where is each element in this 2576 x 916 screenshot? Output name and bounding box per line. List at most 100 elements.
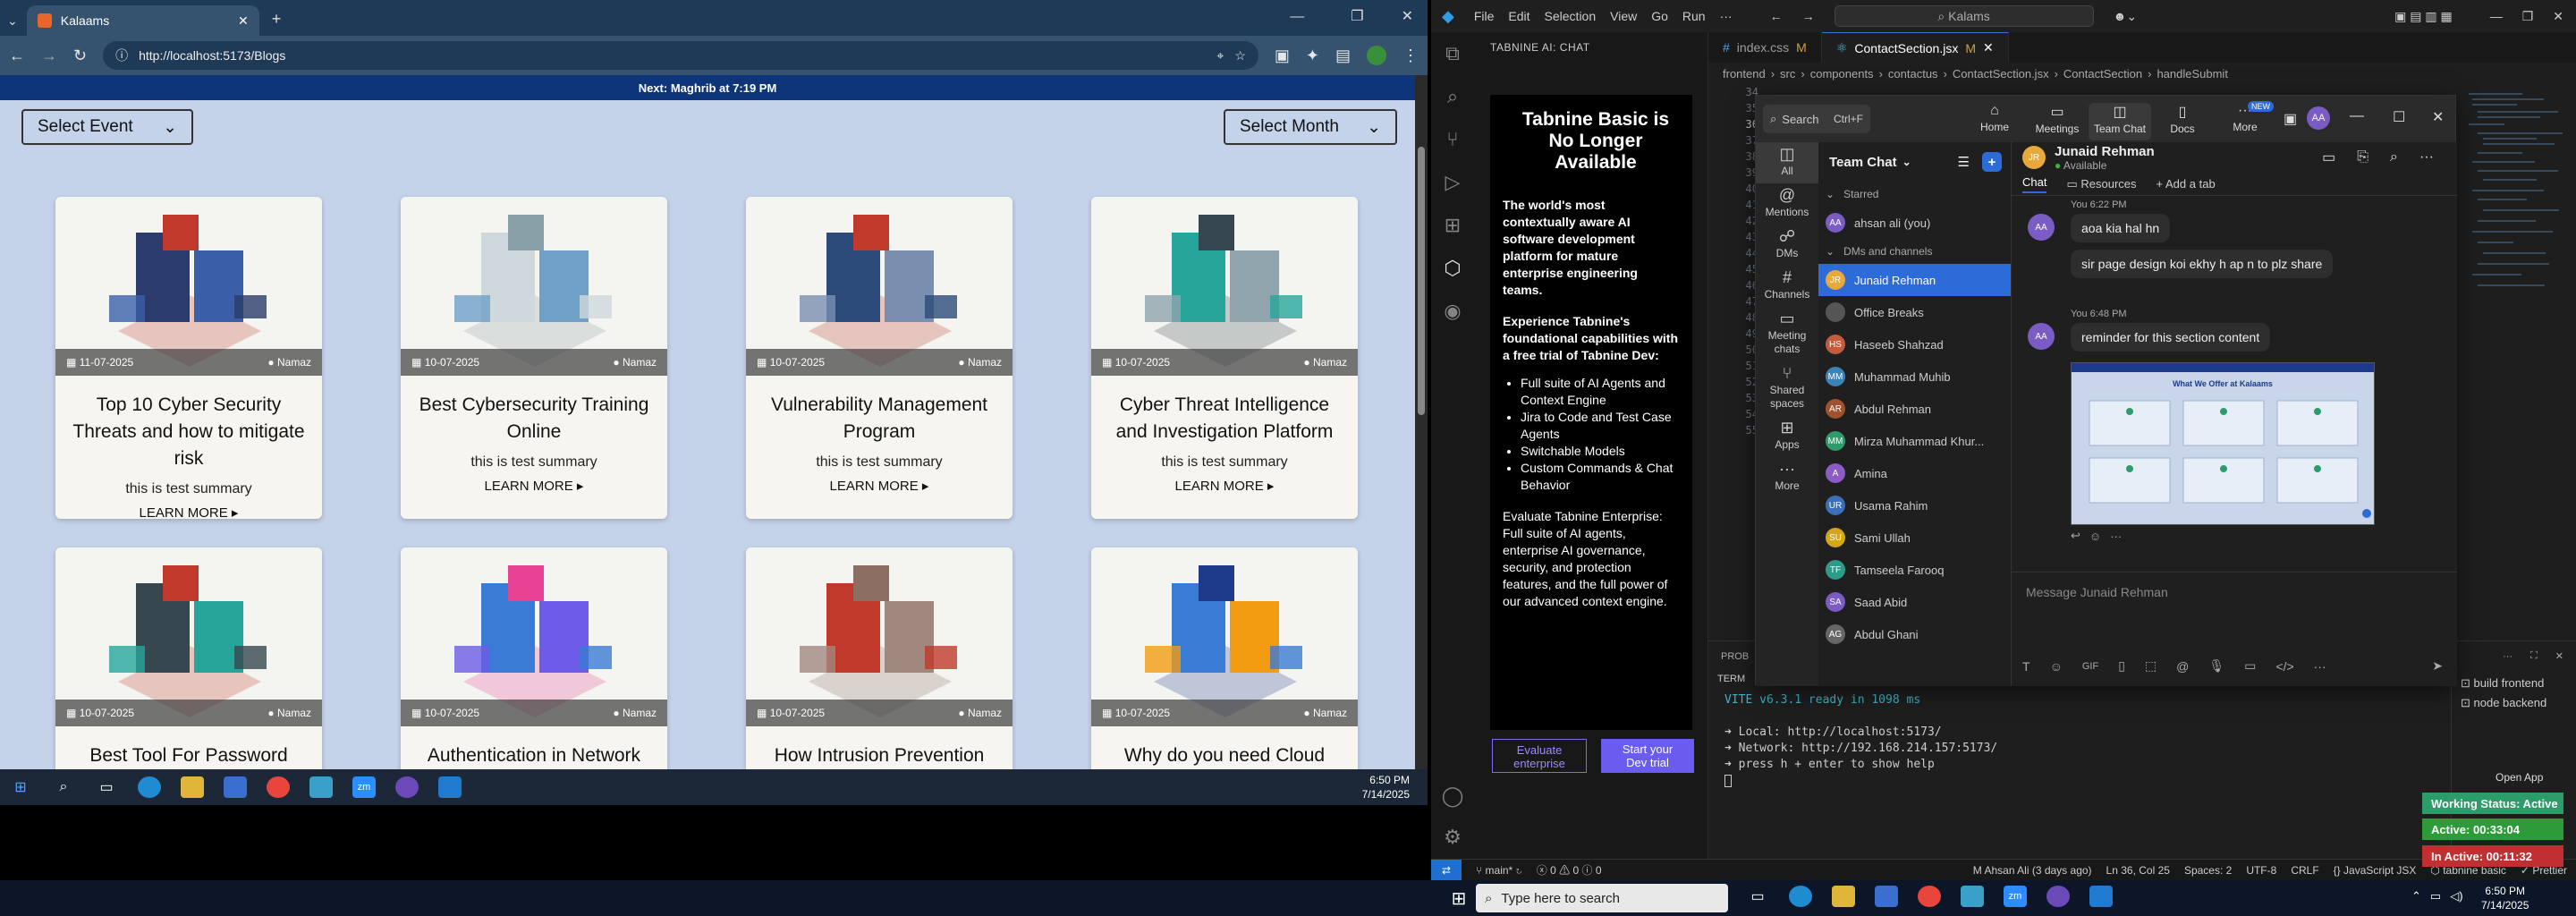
chat-list-item[interactable]: A Amina	[1818, 457, 2011, 489]
remote-icon[interactable]: ⇄	[1431, 859, 1462, 881]
select-month-dropdown[interactable]: Select Month ⌄	[1224, 109, 1397, 145]
screenshot-icon[interactable]: ⬚	[2145, 658, 2157, 674]
zoom-app-icon[interactable]: zm	[2004, 886, 2027, 907]
video-message-icon[interactable]: ▭	[2244, 658, 2256, 674]
mic-icon[interactable]: 🎙	[2208, 658, 2224, 674]
rail-item[interactable]: ⑂ Shared spaces	[1756, 361, 1818, 416]
app-icon[interactable]	[309, 776, 333, 798]
chat-list-item[interactable]: TF Tamseela Farooq	[1818, 554, 2011, 586]
windows-start-icon[interactable]: ⊞	[1447, 887, 1470, 909]
new-tab-plus-icon[interactable]: +	[272, 10, 282, 29]
zoom-app-icon[interactable]: zm	[352, 776, 376, 798]
vscode-icon[interactable]	[438, 776, 462, 798]
menu-item[interactable]: Edit	[1508, 9, 1530, 23]
restore-icon[interactable]: ❐	[2522, 9, 2534, 24]
blog-card[interactable]: ▦ 10-07-2025 ● Namaz Cyber Threat Intellig…	[1091, 197, 1358, 519]
more-menu-icon[interactable]: ⋮	[1402, 47, 1419, 65]
blog-card[interactable]: ▦ 10-07-2025 ● Namaz Best Tool For Passwor…	[55, 547, 322, 769]
send-icon[interactable]: ➤	[2432, 658, 2443, 674]
tabnine-icon[interactable]: ⬡	[1431, 247, 1474, 290]
location-icon[interactable]: ⌖	[1216, 48, 1224, 64]
terminal-output[interactable]: TERM VITE v6.3.1 ready in 1098 ms ➜ Local…	[1708, 671, 2451, 859]
maximize-window-icon[interactable]: ❐	[1351, 7, 1363, 25]
tray-chevron-icon[interactable]: ⌃	[2411, 889, 2421, 903]
minimap[interactable]	[2460, 84, 2576, 639]
blog-card[interactable]: ▦ 10-07-2025 ● Namaz How Intrusion Prevent…	[746, 547, 1013, 769]
tab-contactsection-jsx[interactable]: ⚛ ContactSection.jsx M ✕	[1821, 32, 2009, 63]
tab-resources[interactable]: ▭ Resources	[2066, 177, 2136, 191]
screen-share-icon[interactable]: ⎘	[2357, 149, 2368, 165]
chat-list-item[interactable]: SA Saad Abid	[1818, 586, 2011, 618]
minimize-icon[interactable]: —	[2490, 9, 2503, 23]
learn-more-link[interactable]: LEARN MORE ▸	[401, 478, 667, 494]
taskbar-search[interactable]: ⌕ Type here to search	[1476, 884, 1728, 912]
git-blame[interactable]: M Ahsan Ali (3 days ago)	[1973, 864, 2092, 877]
windows-start-icon[interactable]: ⊞	[9, 776, 32, 798]
filter-icon[interactable]: ☰	[1958, 154, 1970, 170]
breadcrumb-item[interactable]: components	[1810, 67, 1874, 81]
blog-card-image[interactable]: ▦ 10-07-2025 ● Namaz	[1091, 197, 1358, 376]
gitlens-icon[interactable]: ◉	[1431, 290, 1474, 333]
emoji-react-icon[interactable]: ☺	[2089, 530, 2101, 543]
site-info-icon[interactable]: ⓘ	[115, 47, 128, 64]
blog-card[interactable]: ▦ 10-07-2025 ● Namaz Authentication in Net…	[401, 547, 667, 769]
search-icon[interactable]: ⌕	[1431, 75, 1474, 118]
menu-item[interactable]: ···	[1720, 9, 1733, 23]
minimize-window-icon[interactable]: —	[1290, 9, 1304, 25]
network-icon[interactable]: ▭	[2430, 889, 2441, 903]
cursor-position[interactable]: Ln 36, Col 25	[2106, 864, 2170, 877]
blog-card-image[interactable]: ▦ 11-07-2025 ● Namaz	[55, 197, 322, 376]
chat-list-item[interactable]: SU Sami Ullah	[1818, 522, 2011, 554]
store-icon[interactable]	[1875, 886, 1898, 907]
breadcrumb-item[interactable]: handleSubmit	[2157, 67, 2228, 81]
tab-index-css[interactable]: # index.css M	[1708, 32, 1822, 63]
scrollbar-thumb[interactable]	[1418, 147, 1425, 415]
account-icon[interactable]: ◯	[1431, 775, 1474, 818]
blog-card-image[interactable]: ▦ 10-07-2025 ● Namaz	[1091, 547, 1358, 726]
menu-item[interactable]: Selection	[1545, 9, 1597, 23]
edge-icon[interactable]	[1789, 886, 1812, 907]
store-icon[interactable]	[224, 776, 247, 798]
problems-count[interactable]: ⓧ 0 ⚠ 0 ⓘ 0	[1537, 862, 1602, 878]
run-debug-icon[interactable]: ▷	[1431, 161, 1474, 204]
emoji-icon[interactable]: ☺	[2050, 659, 2063, 674]
nav-docs[interactable]: ▯ Docs	[2151, 103, 2214, 140]
card-title[interactable]: Best Cybersecurity Training Online	[401, 376, 667, 445]
code-icon[interactable]: </>	[2275, 659, 2293, 674]
whiteboard-icon[interactable]: ▣	[2284, 110, 2297, 128]
breadcrumb-item[interactable]: ContactSection	[2063, 67, 2142, 81]
chevron-down-icon[interactable]: ⌄	[1902, 156, 1911, 168]
message-bubble[interactable]: sir page design koi ekhy h ap n to plz s…	[2071, 250, 2334, 278]
close-icon[interactable]: ✕	[2553, 9, 2563, 24]
page-scrollbar[interactable]	[1415, 75, 1428, 769]
task-view-icon[interactable]: ▭	[1746, 886, 1769, 907]
chat-list-item[interactable]: AG Abdul Ghani	[1818, 618, 2011, 650]
line-ending[interactable]: CRLF	[2291, 864, 2318, 877]
blog-card[interactable]: ▦ 10-07-2025 ● Namaz Vulnerability Managem…	[746, 197, 1013, 519]
sidepanel-icon[interactable]: ▤	[1335, 47, 1351, 65]
breadcrumb-item[interactable]: src	[1780, 67, 1795, 81]
card-title[interactable]: Authentication in Network	[401, 726, 667, 769]
chat-list-item[interactable]: HS Haseeb Shahzad	[1818, 328, 2011, 360]
rail-item[interactable]: @ Mentions	[1756, 183, 1818, 225]
card-title[interactable]: Cyber Threat Intelligence and Investigat…	[1091, 376, 1358, 445]
close-tab-icon[interactable]: ✕	[1983, 40, 1994, 55]
message-more-icon[interactable]: ···	[2110, 530, 2122, 543]
file-explorer-icon[interactable]	[1832, 886, 1855, 907]
blog-card-image[interactable]: ▦ 10-07-2025 ● Namaz	[746, 197, 1013, 376]
edge-icon[interactable]	[138, 776, 161, 798]
close-tab-icon[interactable]: ✕	[238, 13, 249, 29]
zoom-close-icon[interactable]: ✕	[2432, 108, 2444, 126]
more-options-icon[interactable]: ···	[2314, 659, 2326, 674]
terminal-item-node[interactable]: ⊡ node backend	[2461, 696, 2567, 710]
blog-card[interactable]: ▦ 10-07-2025 ● Namaz Why do you need Cloud	[1091, 547, 1358, 769]
file-explorer-icon[interactable]	[181, 776, 204, 798]
terminal-item-build[interactable]: ⊡ build frontend	[2461, 676, 2567, 691]
chat-list-item[interactable]: Office Breaks	[1818, 296, 2011, 328]
volume-icon[interactable]: ◁)	[2450, 889, 2462, 903]
chat-list-item[interactable]: AA ahsan ali (you)	[1818, 207, 2011, 239]
blog-card[interactable]: ▦ 11-07-2025 ● Namaz Top 10 Cyber Security…	[55, 197, 322, 519]
format-text-icon[interactable]: T	[2022, 659, 2030, 674]
learn-more-link[interactable]: LEARN MORE ▸	[746, 478, 1013, 494]
new-chat-plus-icon[interactable]: +	[1982, 152, 2002, 172]
